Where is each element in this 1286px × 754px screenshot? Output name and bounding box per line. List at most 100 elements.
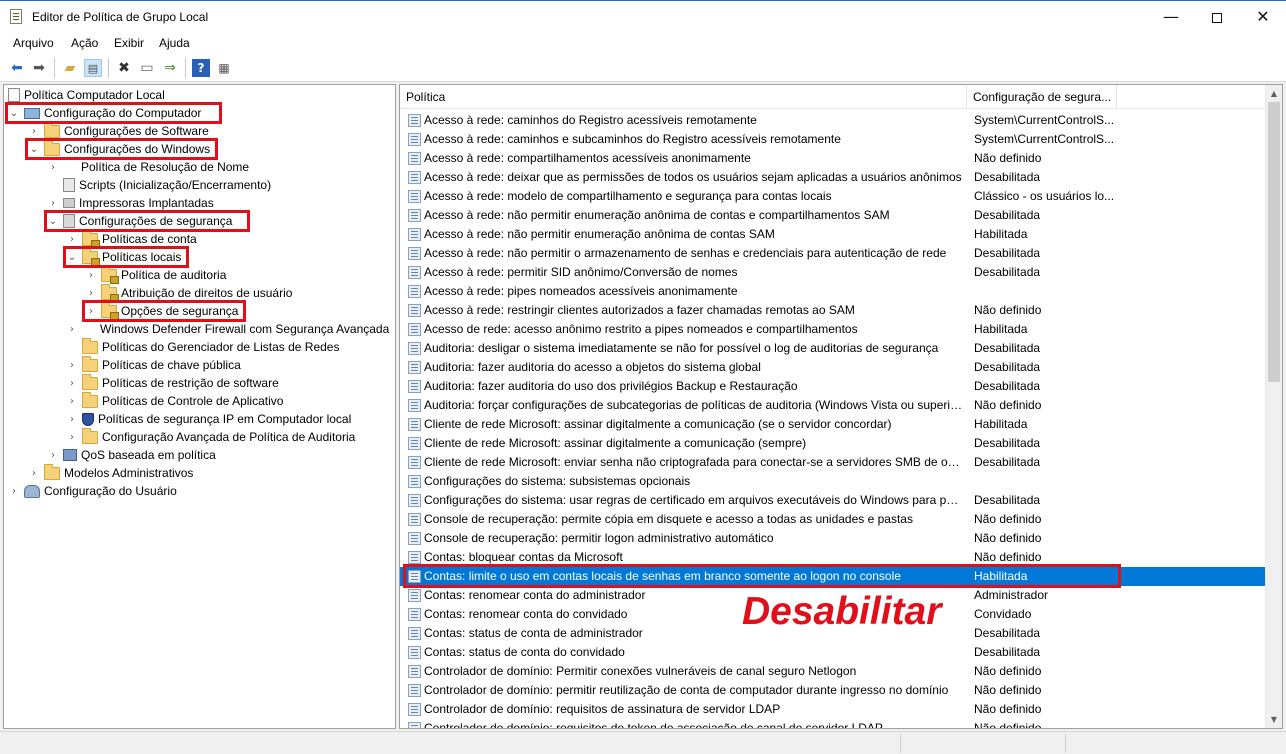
policy-setting-value: Desabilitada (974, 208, 1041, 222)
tree-label: Modelos Administrativos (64, 466, 194, 480)
folder-icon (82, 355, 98, 372)
chevron-right-icon[interactable]: › (66, 360, 78, 371)
tree-label: Atribuição de direitos de usuário (121, 286, 293, 300)
tree-node-modelos-administrativos[interactable]: › Modelos Administrativos (28, 463, 194, 482)
policy-setting-icon (408, 399, 421, 412)
table-row[interactable]: Controlador de domínio: permitir reutili… (400, 681, 1266, 700)
view-icon[interactable]: ▦ (215, 59, 233, 77)
table-row[interactable]: Controlador de domínio: requisitos de as… (400, 700, 1266, 719)
toolbar: ⬅ ➡ ▰ ▤ ✖ ▭ ⇒ ? ▦ (0, 54, 1286, 82)
table-row[interactable]: Acesso à rede: não permitir o armazename… (400, 244, 1266, 263)
show-hide-tree-icon[interactable]: ▤ (84, 59, 102, 77)
policy-name: Acesso à rede: permitir SID anônimo/Conv… (424, 265, 738, 279)
policy-setting-icon (408, 665, 421, 678)
policy-setting-icon (408, 551, 421, 564)
table-row[interactable]: Acesso à rede: compartilhamentos acessív… (400, 149, 1266, 168)
back-arrow-icon[interactable]: ⬅ (8, 59, 26, 77)
status-bar (0, 731, 1286, 754)
table-row[interactable]: Console de recuperação: permitir logon a… (400, 529, 1266, 548)
chevron-right-icon[interactable]: › (66, 432, 78, 443)
tree-node-politicas-seguranca-ip[interactable]: › Políticas de segurança IP em Computado… (66, 410, 351, 428)
table-row[interactable]: Cliente de rede Microsoft: assinar digit… (400, 415, 1266, 434)
menu-acao[interactable]: Ação (71, 36, 98, 50)
chevron-right-icon[interactable]: › (85, 288, 97, 299)
delete-icon[interactable]: ✖ (115, 59, 133, 77)
export-list-icon[interactable]: ⇒ (161, 59, 179, 77)
tree-node-politicas-chave-publica[interactable]: › Políticas de chave pública (66, 355, 241, 374)
chevron-right-icon[interactable]: › (47, 450, 59, 461)
menu-ajuda[interactable]: Ajuda (159, 36, 190, 50)
policy-setting-icon (408, 513, 421, 526)
table-row[interactable]: Controlador de domínio: requisitos de to… (400, 719, 1266, 728)
console-tree[interactable]: Política Computador Local ⌄ Configuração… (3, 84, 396, 729)
vertical-scrollbar[interactable]: ▲ ▼ (1265, 85, 1282, 728)
table-row[interactable]: Controlador de domínio: Permitir conexõe… (400, 662, 1266, 681)
chevron-right-icon[interactable]: › (66, 234, 78, 245)
table-row[interactable]: Auditoria: desligar o sistema imediatame… (400, 339, 1266, 358)
policy-name: Contas: bloquear contas da Microsoft (424, 550, 623, 564)
table-row[interactable]: Auditoria: fazer auditoria do acesso a o… (400, 358, 1266, 377)
tree-node-politicas-gerenciador-listas-redes[interactable]: Políticas do Gerenciador de Listas de Re… (66, 337, 339, 356)
menu-arquivo[interactable]: Arquivo (13, 36, 54, 50)
chevron-right-icon[interactable]: › (47, 198, 59, 209)
status-section (1065, 734, 1066, 753)
chevron-right-icon[interactable]: › (66, 396, 78, 407)
policy-setting-icon (408, 266, 421, 279)
table-row[interactable]: Configurações do sistema: usar regras de… (400, 491, 1266, 510)
table-row[interactable]: Acesso à rede: caminhos do Registro aces… (400, 111, 1266, 130)
tree-node-configuracao-do-usuario[interactable]: › Configuração do Usuário (8, 482, 177, 500)
column-header-configuracao[interactable]: Configuração de segura... (967, 85, 1117, 109)
table-row[interactable]: Console de recuperação: permite cópia em… (400, 510, 1266, 529)
tree-node-qos[interactable]: › QoS baseada em política (47, 446, 216, 464)
policy-name: Acesso de rede: acesso anônimo restrito … (424, 322, 858, 336)
toolbar-separator (54, 58, 55, 78)
policy-setting-icon (408, 285, 421, 298)
table-row[interactable]: Auditoria: forçar configurações de subca… (400, 396, 1266, 415)
tree-node-politicas-restricao-software[interactable]: › Políticas de restrição de software (66, 373, 279, 392)
highlight-box (44, 210, 250, 232)
table-row[interactable]: Cliente de rede Microsoft: enviar senha … (400, 453, 1266, 472)
help-icon[interactable]: ? (192, 59, 210, 77)
chevron-right-icon[interactable]: › (47, 162, 59, 173)
table-row[interactable]: Auditoria: fazer auditoria do uso dos pr… (400, 377, 1266, 396)
table-row[interactable]: Acesso à rede: caminhos e subcaminhos do… (400, 130, 1266, 149)
table-row[interactable]: Acesso à rede: modelo de compartilhament… (400, 187, 1266, 206)
chevron-right-icon[interactable]: › (66, 324, 78, 335)
menu-exibir[interactable]: Exibir (114, 36, 144, 50)
forward-arrow-icon[interactable]: ➡ (30, 59, 48, 77)
tree-node-politica-de-resolucao-de-nome[interactable]: › Política de Resolução de Nome (47, 158, 249, 176)
scroll-thumb[interactable] (1268, 102, 1280, 382)
chevron-right-icon[interactable]: › (28, 468, 40, 479)
table-row[interactable]: Acesso à rede: restringir clientes autor… (400, 301, 1266, 320)
tree-node-scripts[interactable]: Scripts (Inicialização/Encerramento) (47, 176, 271, 194)
chevron-right-icon[interactable]: › (28, 126, 40, 137)
table-row[interactable]: Acesso à rede: permitir SID anônimo/Conv… (400, 263, 1266, 282)
close-button[interactable]: ✕ (1240, 1, 1286, 32)
script-icon (63, 178, 75, 192)
chevron-right-icon[interactable]: › (66, 378, 78, 389)
chevron-right-icon[interactable]: › (66, 414, 78, 425)
table-row[interactable]: Acesso à rede: deixar que as permissões … (400, 168, 1266, 187)
tree-node-politicas-controle-aplicativo[interactable]: › Políticas de Controle de Aplicativo (66, 391, 283, 410)
tree-node-configuracao-avancada-auditoria[interactable]: › Configuração Avançada de Política de A… (66, 427, 355, 446)
table-row[interactable]: Acesso de rede: acesso anônimo restrito … (400, 320, 1266, 339)
table-row[interactable]: Acesso à rede: não permitir enumeração a… (400, 206, 1266, 225)
scroll-up-icon[interactable]: ▲ (1266, 85, 1282, 102)
minimize-button[interactable]: — (1148, 1, 1194, 32)
tree-node-windows-defender-firewall[interactable]: › Windows Defender Firewall com Seguranç… (66, 320, 389, 338)
table-row[interactable]: Acesso à rede: não permitir enumeração a… (400, 225, 1266, 244)
tree-label: Windows Defender Firewall com Segurança … (100, 322, 390, 336)
properties-icon[interactable]: ▭ (138, 59, 156, 77)
chevron-right-icon[interactable]: › (85, 270, 97, 281)
tree-node-politica-de-auditoria[interactable]: › Política de auditoria (85, 265, 226, 284)
maximize-button[interactable] (1194, 1, 1240, 32)
users-icon (24, 484, 40, 498)
up-folder-icon[interactable]: ▰ (61, 59, 79, 77)
scroll-down-icon[interactable]: ▼ (1266, 711, 1282, 728)
lock-folder-icon (82, 229, 100, 248)
table-row[interactable]: Contas: status de conta do convidado Desa… (400, 643, 1266, 662)
table-row[interactable]: Cliente de rede Microsoft: assinar digit… (400, 434, 1266, 453)
chevron-right-icon[interactable]: › (8, 486, 20, 497)
table-row[interactable]: Acesso à rede: pipes nomeados acessíveis… (400, 282, 1266, 301)
table-row[interactable]: Configurações do sistema: subsistemas op… (400, 472, 1266, 491)
